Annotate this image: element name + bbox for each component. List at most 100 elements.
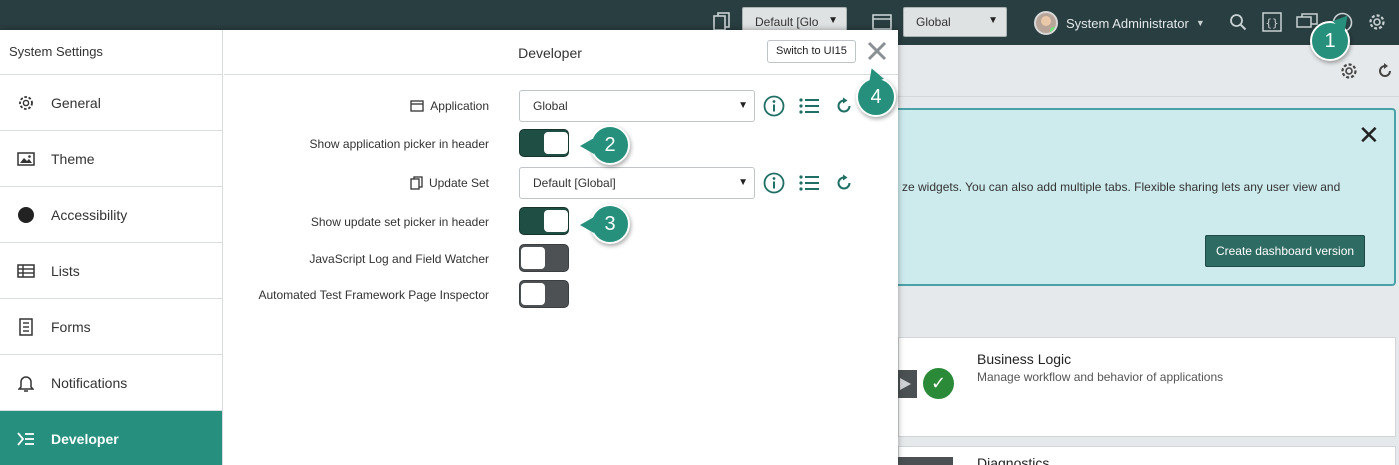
chevron-down-icon: ▼: [988, 15, 998, 26]
chevron-down-icon: ▼: [738, 177, 748, 188]
callout-number: 2: [604, 133, 616, 156]
gear-icon: [16, 93, 36, 113]
refresh-icon[interactable]: [833, 172, 855, 194]
update-set-icon: [410, 176, 423, 190]
callout-1: 1: [1310, 21, 1350, 61]
toggle-knob: [521, 247, 545, 269]
callout-number: 4: [870, 85, 882, 108]
sidebar-item-lists[interactable]: Lists: [0, 243, 222, 299]
update-set-select-value: Default [Global]: [533, 176, 616, 190]
atf-inspector-row: Automated Test Framework Page Inspector: [224, 279, 898, 313]
gear-icon[interactable]: [1338, 60, 1360, 82]
close-icon[interactable]: [864, 38, 890, 64]
update-set-label: Update Set: [410, 176, 489, 190]
panel-header: Developer Switch to UI15: [224, 30, 898, 75]
callout-2: 2: [580, 125, 630, 165]
update-set-row: Update Set Default [Global] ▼: [224, 167, 898, 201]
sidebar-title: System Settings: [0, 30, 222, 75]
sidebar-item-label: Developer: [51, 431, 119, 447]
update-set-select[interactable]: Default [Global] ▼: [519, 167, 755, 199]
application-picker[interactable]: Global ▼: [903, 7, 1007, 37]
show-app-picker-label: Show application picker in header: [309, 137, 489, 151]
chevron-down-icon: ▼: [738, 100, 748, 111]
sidebar-item-general[interactable]: General: [0, 75, 222, 131]
sidebar-item-label: Lists: [51, 262, 80, 279]
settings-gear-icon[interactable]: [1366, 11, 1388, 33]
user-name: System Administrator: [1066, 15, 1189, 31]
card-description: Manage workflow and behavior of applicat…: [977, 370, 1224, 384]
online-status-icon: [1050, 27, 1056, 33]
chevron-down-icon: ▼: [828, 15, 838, 26]
system-settings-modal: System Settings General Theme Accessibil…: [0, 30, 898, 465]
user-menu[interactable]: System Administrator ▼: [1034, 10, 1205, 36]
settings-sidebar: System Settings General Theme Accessibil…: [0, 30, 223, 465]
sidebar-item-label: Forms: [51, 318, 91, 335]
sidebar-item-forms[interactable]: Forms: [0, 299, 222, 355]
checkmark-icon: ✓: [923, 368, 954, 399]
application-row: Application Global ▼: [224, 90, 898, 124]
circle-icon: [16, 205, 36, 225]
toggle-knob: [544, 210, 568, 232]
application-select-value: Global: [533, 99, 568, 113]
sidebar-item-developer[interactable]: Developer: [0, 411, 222, 465]
svg-text:{}: {}: [1265, 17, 1278, 30]
banner-text: ze widgets. You can also add multiple ta…: [902, 180, 1341, 194]
list-icon[interactable]: [798, 172, 820, 194]
js-log-toggle[interactable]: [519, 244, 569, 272]
create-dashboard-button[interactable]: Create dashboard version: [1205, 235, 1365, 267]
callout-4: 4: [856, 77, 896, 117]
developer-panel: Developer Switch to UI15 Application Glo…: [224, 30, 898, 465]
callout-number: 1: [1324, 29, 1336, 52]
business-logic-card[interactable]: ✓ Business Logic Manage workflow and beh…: [897, 337, 1396, 437]
callout-3: 3: [580, 204, 630, 244]
atf-inspector-label: Automated Test Framework Page Inspector: [258, 288, 489, 302]
toggle-knob: [521, 283, 545, 305]
list-icon[interactable]: [798, 95, 820, 117]
show-app-picker-toggle[interactable]: [519, 129, 569, 157]
callout-number: 3: [604, 212, 616, 235]
show-app-picker-row: Show application picker in header: [224, 128, 898, 162]
js-log-label: JavaScript Log and Field Watcher: [309, 252, 489, 266]
avatar: [1034, 11, 1058, 35]
card-title: Business Logic: [977, 351, 1072, 367]
show-update-set-picker-label: Show update set picker in header: [310, 215, 489, 229]
play-icon: [897, 370, 917, 398]
sidebar-item-label: Accessibility: [51, 206, 128, 223]
application-label-text: Application: [430, 99, 489, 113]
show-update-set-picker-row: Show update set picker in header: [224, 206, 898, 240]
refresh-icon[interactable]: [1374, 60, 1396, 82]
show-update-set-picker-toggle[interactable]: [519, 207, 569, 235]
sidebar-item-accessibility[interactable]: Accessibility: [0, 187, 222, 243]
update-set-picker-value: Default [Glo: [755, 15, 819, 29]
switch-to-ui15-button[interactable]: Switch to UI15: [767, 40, 856, 63]
sidebar-item-label: General: [51, 94, 101, 111]
js-log-row: JavaScript Log and Field Watcher: [224, 243, 898, 277]
info-icon[interactable]: [763, 172, 785, 194]
sidebar-item-label: Theme: [51, 150, 95, 167]
bell-icon: [16, 373, 36, 393]
developer-icon: [16, 429, 36, 449]
application-icon: [410, 100, 424, 112]
toggle-knob: [544, 132, 568, 154]
application-select[interactable]: Global ▼: [519, 90, 755, 122]
application-label: Application: [410, 99, 489, 113]
script-debugger-icon[interactable]: {}: [1261, 11, 1283, 33]
card-title: Diagnostics: [977, 455, 1050, 465]
search-icon[interactable]: [1227, 11, 1249, 33]
close-icon[interactable]: ✕: [1358, 120, 1380, 151]
form-icon: [16, 317, 36, 337]
update-set-label-text: Update Set: [428, 176, 489, 190]
info-icon[interactable]: [763, 95, 785, 117]
application-picker-value: Global: [916, 15, 951, 29]
diagnostics-card[interactable]: Diagnostics: [897, 446, 1396, 465]
caret-down-icon: ▼: [1195, 18, 1205, 28]
atf-inspector-toggle[interactable]: [519, 280, 569, 308]
card-image: [897, 457, 953, 465]
image-icon: [16, 149, 36, 169]
sidebar-item-label: Notifications: [51, 374, 128, 391]
list-table-icon: [16, 261, 36, 281]
refresh-icon[interactable]: [833, 95, 855, 117]
sidebar-item-notifications[interactable]: Notifications: [0, 355, 222, 411]
dashboard-banner: ze widgets. You can also add multiple ta…: [898, 108, 1396, 286]
sidebar-item-theme[interactable]: Theme: [0, 131, 222, 187]
